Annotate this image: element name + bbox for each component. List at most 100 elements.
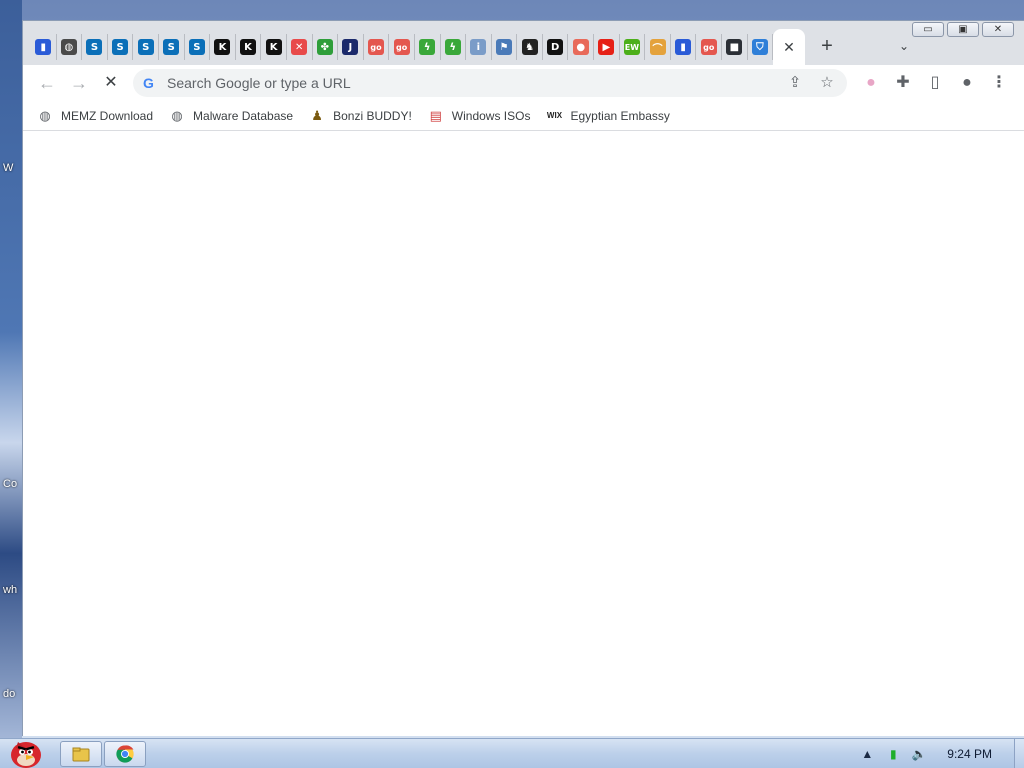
maximize-button[interactable]: ▣ <box>947 22 979 37</box>
youtube-icon: ▶ <box>598 39 615 55</box>
wix-icon: WIX <box>546 111 563 120</box>
pinned-tab[interactable]: D <box>543 34 569 60</box>
pinned-tab[interactable]: ▮ <box>31 34 57 60</box>
pinned-tab[interactable]: J <box>338 34 364 60</box>
share-icon[interactable]: ⇪ <box>785 73 805 93</box>
flag-icon: ⚑ <box>495 39 512 55</box>
ew-logo-icon: EW <box>623 39 640 55</box>
pinned-tab[interactable]: K <box>236 34 262 60</box>
back-button[interactable]: ← <box>35 71 59 95</box>
k-logo-icon: K <box>240 39 257 55</box>
explorer-taskbar-button[interactable] <box>60 741 102 767</box>
pinned-tab[interactable]: ● <box>568 34 595 60</box>
pinned-tab[interactable]: ♞ <box>517 34 543 60</box>
lightning-icon: ϟ <box>444 39 461 55</box>
window-controls: ▭ ▣ ✕ <box>912 22 1014 37</box>
go-logo-icon: go <box>700 39 717 55</box>
pinned-tab[interactable]: S <box>108 34 134 60</box>
pinned-tab[interactable]: ✤ <box>313 34 339 60</box>
desktop-icon-label: Co <box>3 478 18 490</box>
stop-loading-button[interactable]: ✕ <box>99 71 123 95</box>
pinned-tab[interactable]: ϟ <box>441 34 467 60</box>
s-logo-icon: S <box>163 39 180 55</box>
profile-chip-icon[interactable]: ● <box>861 73 881 93</box>
pinned-tab[interactable]: ■ <box>722 34 748 60</box>
profile-avatar-icon[interactable]: ● <box>957 73 977 93</box>
pinned-tab[interactable]: go <box>696 34 723 60</box>
extensions-puzzle-icon[interactable]: ✚ <box>893 73 913 93</box>
pinned-tab[interactable]: ◍ <box>57 34 83 60</box>
s-logo-icon: S <box>188 39 205 55</box>
globe-icon: ◍ <box>39 107 51 123</box>
show-desktop-button[interactable] <box>1014 739 1024 768</box>
pinned-tab[interactable]: ⚑ <box>492 34 518 60</box>
pinned-tab[interactable]: S <box>82 34 108 60</box>
tab-search-chevron-icon[interactable]: ⌄ <box>895 37 913 55</box>
bookmark-label: Egyptian Embassy <box>570 108 670 123</box>
lightning-icon: ϟ <box>419 39 436 55</box>
bookmark-item[interactable]: ▤ Windows ISOs <box>428 108 531 124</box>
pinned-tab[interactable]: i <box>466 34 492 60</box>
bookmark-star-icon[interactable]: ☆ <box>817 73 837 93</box>
forward-button[interactable]: → <box>67 71 91 95</box>
horse-icon: ♞ <box>521 39 538 55</box>
desktop-icon-label: wh <box>3 584 18 596</box>
s-logo-icon: S <box>112 39 129 55</box>
s-logo-icon: S <box>86 39 103 55</box>
j-logo-icon: J <box>342 39 359 55</box>
omnibox-input[interactable] <box>167 75 767 91</box>
bookmark-label: MEMZ Download <box>61 108 154 123</box>
pinned-tab[interactable]: go <box>364 34 390 60</box>
close-tab-icon[interactable]: ✕ <box>783 39 795 56</box>
browser-window: ▮ ◍ S S S S S K K K ✕ ✤ Jgo go ϟ ϟ i ⚑ ♞ D ● ▶ EW ⌒ ▮ go ■ ⛉ ✕ + ⌄ … <box>22 20 1024 736</box>
minimize-button[interactable]: ▭ <box>912 22 944 37</box>
active-tab[interactable]: ✕ <box>773 29 805 65</box>
taskbar: ▲ ▮ 🔈 9:24 PM <box>0 738 1024 768</box>
pinned-tab[interactable]: ▮ <box>671 34 697 60</box>
pinned-tab[interactable]: S <box>133 34 159 60</box>
pinned-tab[interactable]: EW <box>620 34 646 60</box>
pinned-tab[interactable]: ⌒ <box>645 34 671 60</box>
k-logo-icon: K <box>214 39 231 55</box>
shopping-bag-icon: ▮ <box>35 39 52 55</box>
desktop-background: W Co wh do <box>0 0 22 738</box>
bookmark-label: Bonzi BUDDY! <box>333 108 412 123</box>
tab-strip: ▮ ◍ S S S S S K K K ✕ ✤ Jgo go ϟ ϟ i ⚑ ♞ D ● ▶ EW ⌒ ▮ go ■ ⛉ ✕ + ⌄ … <box>23 21 1024 65</box>
clover-icon: ✤ <box>316 39 333 55</box>
new-tab-button[interactable]: + <box>816 35 838 57</box>
menu-kebab-icon[interactable]: ⋮ <box>989 73 1009 93</box>
pinned-tab[interactable]: S <box>185 34 211 60</box>
angry-bird-start-icon[interactable] <box>4 735 48 768</box>
pinned-tab[interactable]: S <box>159 34 185 60</box>
k-logo-icon: K <box>265 39 282 55</box>
pinned-tab[interactable]: ⛉ <box>748 34 774 60</box>
bookmark-item[interactable]: ◍ Malware Database <box>169 108 293 124</box>
pinned-tab[interactable]: go <box>389 34 415 60</box>
bonzi-icon: ♟ <box>311 107 323 123</box>
bookmark-item[interactable]: WIX Egyptian Embassy <box>546 108 670 124</box>
pinned-tab[interactable]: K <box>210 34 236 60</box>
close-window-button[interactable]: ✕ <box>982 22 1014 37</box>
pinned-tab[interactable]: ϟ <box>415 34 441 60</box>
chrome-icon <box>116 745 134 763</box>
show-hidden-icons-arrow-icon[interactable]: ▲ <box>857 747 877 761</box>
go-logo-icon: go <box>368 39 385 55</box>
pinned-tab[interactable]: K <box>261 34 287 60</box>
chrome-taskbar-button[interactable] <box>104 741 146 767</box>
clock[interactable]: 9:24 PM <box>947 747 992 761</box>
bookmark-item[interactable]: ◍ MEMZ Download <box>37 108 153 124</box>
battery-icon[interactable]: ▮ <box>883 747 903 761</box>
address-bar[interactable]: G ⇪ ☆ <box>133 69 847 97</box>
rainbow-icon: ⌒ <box>649 39 666 55</box>
side-panel-icon[interactable]: ▯ <box>925 73 945 93</box>
pinned-tab[interactable]: ▶ <box>594 34 620 60</box>
bookmark-item[interactable]: ♟ Bonzi BUDDY! <box>309 108 412 124</box>
info-icon: i <box>470 39 487 55</box>
pinned-tab[interactable]: ✕ <box>287 34 313 60</box>
volume-icon[interactable]: 🔈 <box>909 747 929 761</box>
folder-icon <box>72 747 90 762</box>
d-logo-icon: D <box>547 39 564 55</box>
go-logo-icon: go <box>393 39 410 55</box>
dark-square-icon: ■ <box>726 39 743 55</box>
pinned-tabs: ▮ ◍ S S S S S K K K ✕ ✤ Jgo go ϟ ϟ i ⚑ ♞ D ● ▶ EW ⌒ ▮ go ■ ⛉ <box>31 34 774 60</box>
